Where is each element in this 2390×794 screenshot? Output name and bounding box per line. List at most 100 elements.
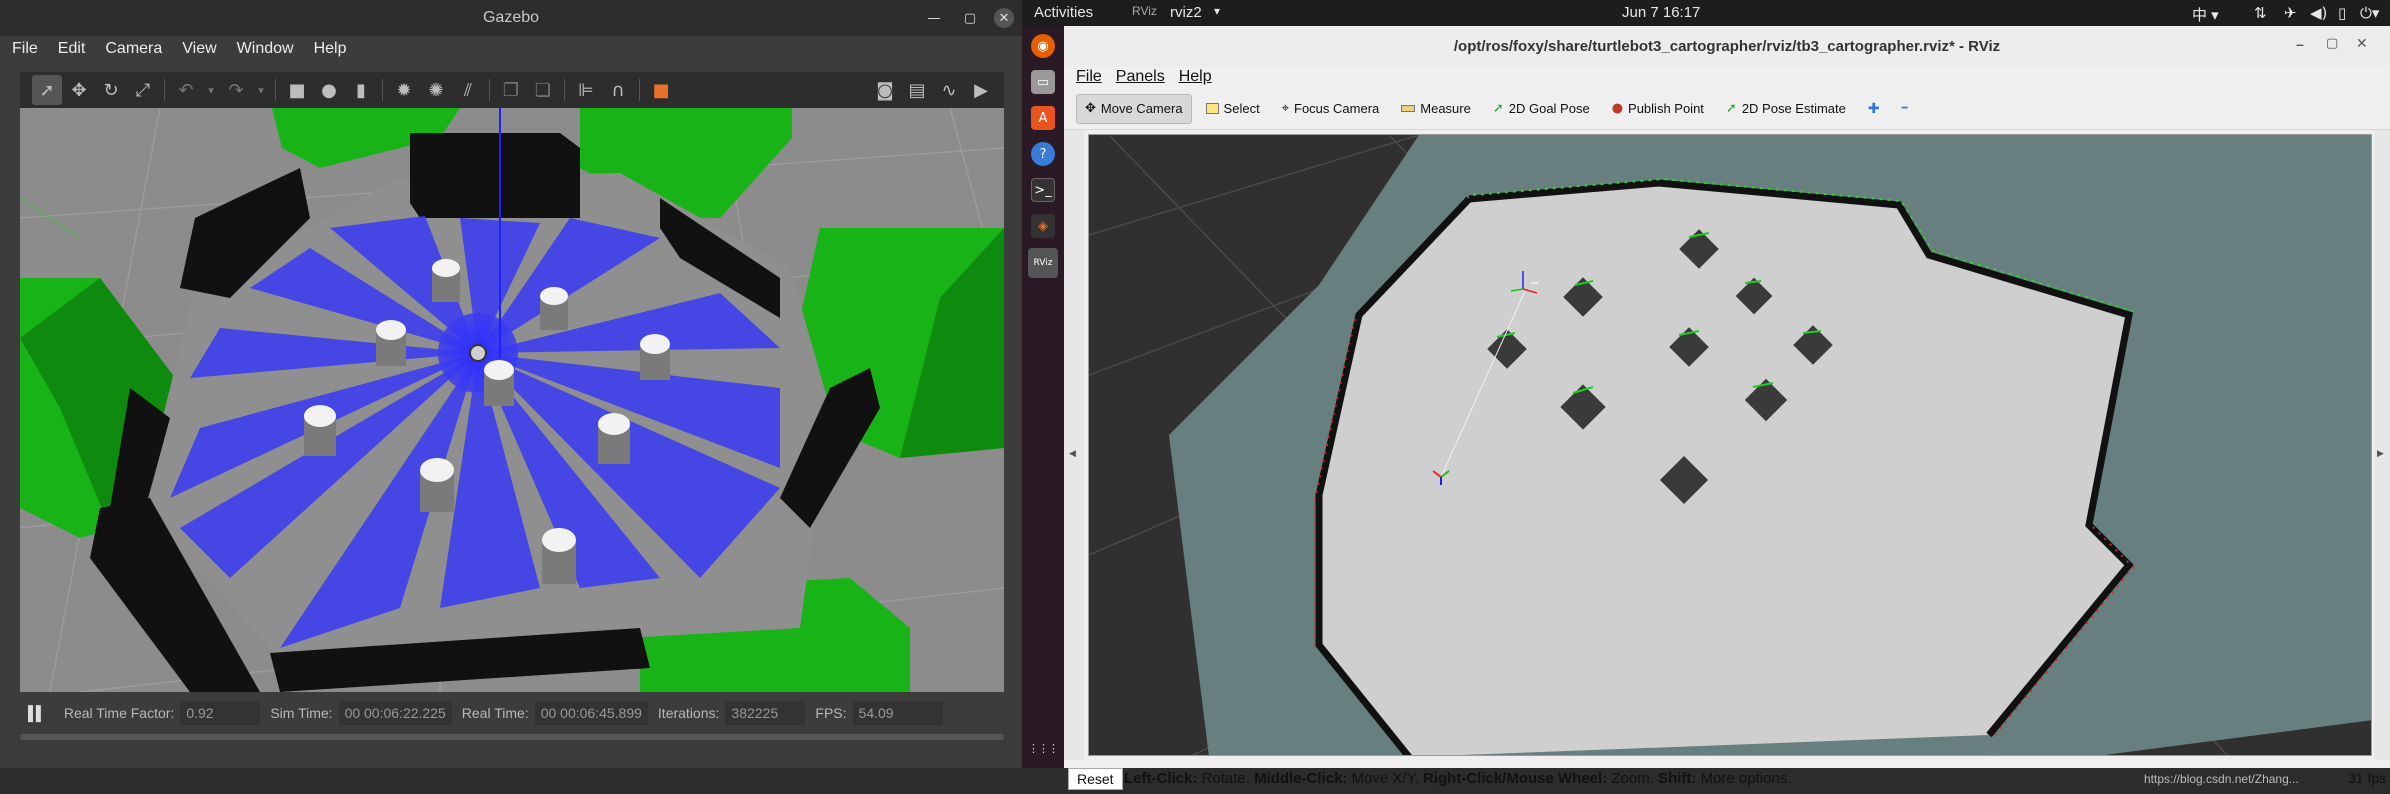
gazebo-menu-bar: File Edit Camera View Window Help [0, 36, 1022, 62]
clock[interactable]: Jun 7 16:17 [1622, 4, 1700, 21]
cylinder-obstacle [640, 334, 670, 380]
input-method-indicator[interactable]: 中 ▾ [2192, 4, 2219, 25]
real-time-factor-value: 0.92 [180, 701, 261, 725]
app-menu-chevron-icon[interactable]: ▾ [1214, 4, 1220, 18]
menu-file[interactable]: File [12, 40, 38, 58]
collapse-left-icon: ◀ [1069, 448, 1076, 458]
cylinder-obstacle [542, 528, 576, 584]
redo-dropdown-icon[interactable]: ▾ [253, 75, 269, 105]
cylinder-icon[interactable]: ▮ [346, 75, 376, 105]
software-icon[interactable]: A [1031, 106, 1055, 130]
rotate-icon[interactable]: ↻ [96, 75, 126, 105]
menu-help[interactable]: Help [1179, 68, 1212, 86]
color-icon[interactable]: ■ [646, 75, 676, 105]
close-icon[interactable]: ✕ [994, 8, 1014, 28]
left-click-text: Rotate. [1201, 770, 1250, 787]
box-icon[interactable]: ■ [282, 75, 312, 105]
record-icon[interactable]: ▶ [966, 75, 996, 105]
minimize-icon[interactable]: – [2296, 36, 2304, 52]
cylinder-obstacle [420, 458, 454, 512]
vscode-icon[interactable]: ◈ [1031, 214, 1055, 238]
reset-button[interactable]: Reset [1068, 768, 1123, 790]
menu-camera[interactable]: Camera [105, 40, 162, 58]
system-menu-icon[interactable]: ⏻▾ [2360, 4, 2379, 22]
real-time-value: 00 00:06:45.899 [534, 701, 648, 725]
pause-icon[interactable]: ▌▌ [28, 705, 46, 721]
point-light-icon[interactable]: ✹ [389, 75, 419, 105]
undo-dropdown-icon[interactable]: ▾ [203, 75, 219, 105]
airplane-icon[interactable]: ✈ [2284, 4, 2297, 22]
gazebo-title-bar[interactable]: Gazebo — ▢ ✕ [0, 0, 1022, 36]
paste-icon[interactable]: ❏ [528, 75, 558, 105]
minimize-icon[interactable]: — [924, 8, 944, 28]
iterations-label: Iterations: [657, 705, 720, 721]
network-icon[interactable]: ⇅ [2254, 4, 2267, 22]
gazebo-window: Gazebo — ▢ ✕ File Edit Camera View Windo… [0, 0, 1022, 768]
tool-publish-point[interactable]: ● Publish Point [1604, 94, 1712, 124]
add-tool-plus-icon[interactable]: ✚ [1860, 94, 1888, 124]
tool-label: 2D Goal Pose [1508, 101, 1590, 116]
sim-time-label: Sim Time: [270, 705, 333, 721]
directional-light-icon[interactable]: ⫽ [453, 75, 483, 105]
close-icon[interactable]: ✕ [2356, 36, 2368, 52]
redo-icon[interactable]: ↷ [221, 75, 251, 105]
tool-select[interactable]: Select [1198, 94, 1268, 124]
rviz-title: /opt/ros/foxy/share/turtlebot3_cartograp… [1453, 37, 2001, 55]
maximize-icon[interactable]: ▢ [2326, 36, 2338, 51]
screenshot-icon[interactable]: ◙ [870, 75, 900, 105]
snap-icon[interactable]: ∩ [603, 75, 633, 105]
volume-icon[interactable]: ◀) [2310, 4, 2327, 22]
sphere-icon[interactable]: ● [314, 75, 344, 105]
files-icon[interactable]: ▭ [1031, 70, 1055, 94]
pose-estimate-icon: ➚ [1725, 101, 1737, 116]
tool-2d-goal-pose[interactable]: ➚ 2D Goal Pose [1485, 94, 1598, 124]
right-panel-collapse-handle[interactable]: ▶ [2374, 130, 2390, 760]
tool-move-camera[interactable]: ✥ Move Camera [1076, 93, 1192, 124]
rviz-3d-render-panel[interactable]: ▪▪▪ [1088, 134, 2372, 756]
battery-icon[interactable]: ▯ [2338, 4, 2346, 22]
activities-button[interactable]: Activities [1034, 4, 1093, 21]
show-applications-icon[interactable]: ⋮⋮⋮ [1028, 736, 1059, 760]
sim-time-value: 00 00:06:22.225 [338, 701, 452, 725]
menu-edit[interactable]: Edit [58, 40, 86, 58]
log-icon[interactable]: ▤ [902, 75, 932, 105]
rviz-icon[interactable]: RViz [1028, 248, 1058, 278]
menu-view[interactable]: View [182, 40, 216, 58]
measure-icon [1401, 105, 1416, 112]
scale-icon[interactable]: ⤢ [128, 75, 158, 105]
translate-icon[interactable]: ✥ [64, 75, 94, 105]
select-arrow-icon[interactable]: ➚ [32, 75, 62, 105]
menu-help[interactable]: Help [314, 40, 347, 58]
tool-focus-camera[interactable]: ⌖ Focus Camera [1274, 94, 1388, 124]
copy-icon[interactable]: ❐ [496, 75, 526, 105]
help-icon[interactable]: ? [1031, 142, 1055, 166]
menu-file[interactable]: File [1076, 68, 1102, 86]
rviz-title-bar[interactable]: /opt/ros/foxy/share/turtlebot3_cartograp… [1064, 26, 2390, 66]
firefox-icon[interactable]: ◉ [1031, 34, 1055, 58]
terminal-icon[interactable]: >_ [1031, 178, 1055, 202]
gazebo-horizontal-scrollbar[interactable] [20, 734, 1004, 740]
spot-light-icon[interactable]: ✺ [421, 75, 451, 105]
watermark: https://blog.csdn.net/Zhang... [2144, 772, 2299, 786]
rviz-tools-bar: ✥ Move Camera Select ⌖ Focus Camera Meas… [1064, 88, 2390, 130]
tool-measure[interactable]: Measure [1393, 94, 1479, 124]
align-icon[interactable]: ⊫ [571, 75, 601, 105]
middle-click-text: Move X/Y. [1351, 770, 1419, 787]
ubuntu-dock: ◉ ▭ A ? >_ ◈ RViz ⋮⋮⋮ [1022, 26, 1064, 768]
gazebo-3d-viewport[interactable] [20, 108, 1004, 692]
move-camera-icon: ✥ [1085, 101, 1096, 116]
maximize-icon[interactable]: ▢ [960, 8, 980, 28]
fps-value: 54.09 [852, 701, 943, 725]
focus-camera-icon: ⌖ [1281, 101, 1290, 116]
tool-label: Focus Camera [1294, 101, 1380, 116]
goal-pose-icon: ➚ [1492, 101, 1504, 116]
plot-icon[interactable]: ∿ [934, 75, 964, 105]
menu-window[interactable]: Window [237, 40, 294, 58]
tool-2d-pose-estimate[interactable]: ➚ 2D Pose Estimate [1718, 94, 1854, 124]
rviz-scene: ▪▪▪ [1089, 135, 2371, 755]
undo-icon[interactable]: ↶ [171, 75, 201, 105]
left-panel-collapse-handle[interactable]: ◀ [1064, 130, 1084, 760]
remove-tool-minus-icon[interactable]: ━ [1894, 94, 1916, 124]
menu-panels[interactable]: Panels [1116, 68, 1165, 86]
app-menu-name[interactable]: rviz2 [1170, 4, 1202, 21]
